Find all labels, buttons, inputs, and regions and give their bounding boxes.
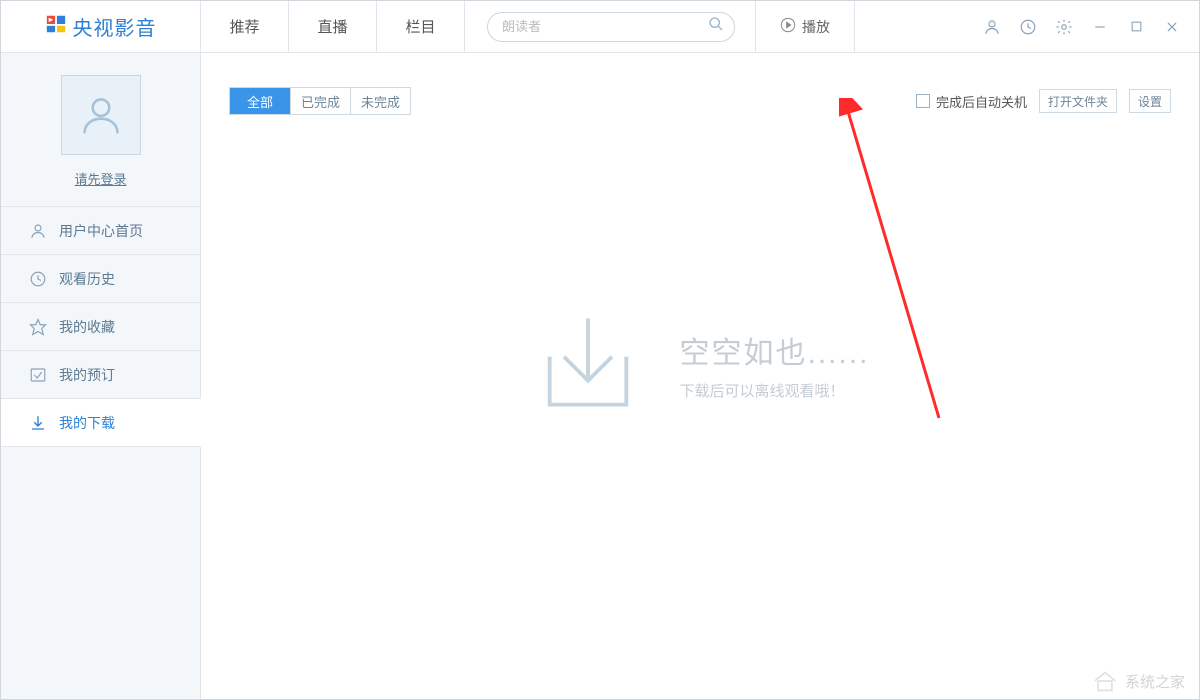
search-box[interactable] (487, 12, 735, 42)
checkbox-icon (916, 94, 930, 108)
auto-shutdown-checkbox[interactable]: 完成后自动关机 (916, 92, 1027, 111)
avatar[interactable] (61, 75, 141, 155)
nav-tab-recommend[interactable]: 推荐 (201, 1, 289, 52)
watermark: 系统之家 (1091, 669, 1185, 693)
checkbox-label: 完成后自动关机 (936, 92, 1027, 111)
user-icon (29, 222, 47, 240)
body: 请先登录 用户中心首页 观看历史 我的收藏 我的预订 我的下载 (1, 53, 1199, 699)
app-title: 央视影音 (73, 12, 157, 41)
logo: 央视影音 (1, 1, 201, 52)
filter-tab-all[interactable]: 全部 (230, 88, 290, 114)
house-icon (1091, 669, 1119, 693)
minimize-icon[interactable] (1089, 16, 1111, 38)
main-content: 全部 已完成 未完成 完成后自动关机 打开文件夹 设置 (201, 53, 1199, 699)
sidebar-item-label: 我的收藏 (59, 317, 115, 337)
maximize-icon[interactable] (1125, 16, 1147, 38)
profile-section: 请先登录 (1, 53, 200, 207)
sidebar-item-favorites[interactable]: 我的收藏 (1, 303, 200, 351)
filter-tabs: 全部 已完成 未完成 (229, 87, 411, 115)
nav-tab-live[interactable]: 直播 (289, 1, 377, 52)
sidebar-item-reservations[interactable]: 我的预订 (1, 351, 200, 399)
watermark-text: 系统之家 (1125, 671, 1185, 692)
empty-text: 空空如也...... 下载后可以离线观看哦！ (679, 328, 869, 401)
search-input[interactable] (502, 19, 708, 34)
sidebar: 请先登录 用户中心首页 观看历史 我的收藏 我的预订 我的下载 (1, 53, 201, 699)
sidebar-item-label: 用户中心首页 (59, 221, 143, 241)
empty-subtitle: 下载后可以离线观看哦！ (679, 380, 869, 401)
checkbox-icon (29, 366, 47, 384)
toolbar: 全部 已完成 未完成 完成后自动关机 打开文件夹 设置 (229, 87, 1171, 115)
history-icon[interactable] (1017, 16, 1039, 38)
header-actions (855, 1, 1199, 52)
header: 央视影音 推荐 直播 栏目 播放 (1, 1, 1199, 53)
download-icon (29, 414, 47, 432)
empty-title: 空空如也...... (679, 328, 869, 372)
filter-tab-done[interactable]: 已完成 (290, 88, 350, 114)
gear-icon[interactable] (1053, 16, 1075, 38)
sidebar-item-downloads[interactable]: 我的下载 (1, 399, 201, 447)
settings-button[interactable]: 设置 (1129, 89, 1171, 113)
close-icon[interactable] (1161, 16, 1183, 38)
nav-tabs: 推荐 直播 栏目 (201, 1, 465, 52)
empty-state: 空空如也...... 下载后可以离线观看哦！ (530, 304, 869, 424)
play-icon (780, 17, 796, 36)
search-wrap (487, 1, 735, 52)
sidebar-item-history[interactable]: 观看历史 (1, 255, 200, 303)
filter-tab-pending[interactable]: 未完成 (350, 88, 410, 114)
sidebar-item-label: 我的下载 (59, 413, 115, 433)
open-folder-button[interactable]: 打开文件夹 (1039, 89, 1117, 113)
toolbar-right: 完成后自动关机 打开文件夹 设置 (916, 89, 1171, 113)
play-label: 播放 (802, 17, 830, 37)
play-button[interactable]: 播放 (755, 1, 855, 52)
login-link[interactable]: 请先登录 (74, 169, 126, 188)
search-icon[interactable] (708, 16, 724, 37)
nav-tab-columns[interactable]: 栏目 (377, 1, 465, 52)
star-icon (29, 318, 47, 336)
logo-icon (45, 13, 67, 40)
app-window: 央视影音 推荐 直播 栏目 播放 (0, 0, 1200, 700)
sidebar-item-label: 观看历史 (59, 269, 115, 289)
clock-icon (29, 270, 47, 288)
user-icon[interactable] (981, 16, 1003, 38)
sidebar-item-label: 我的预订 (59, 365, 115, 385)
download-empty-icon (530, 304, 645, 424)
sidebar-item-user-center[interactable]: 用户中心首页 (1, 207, 200, 255)
